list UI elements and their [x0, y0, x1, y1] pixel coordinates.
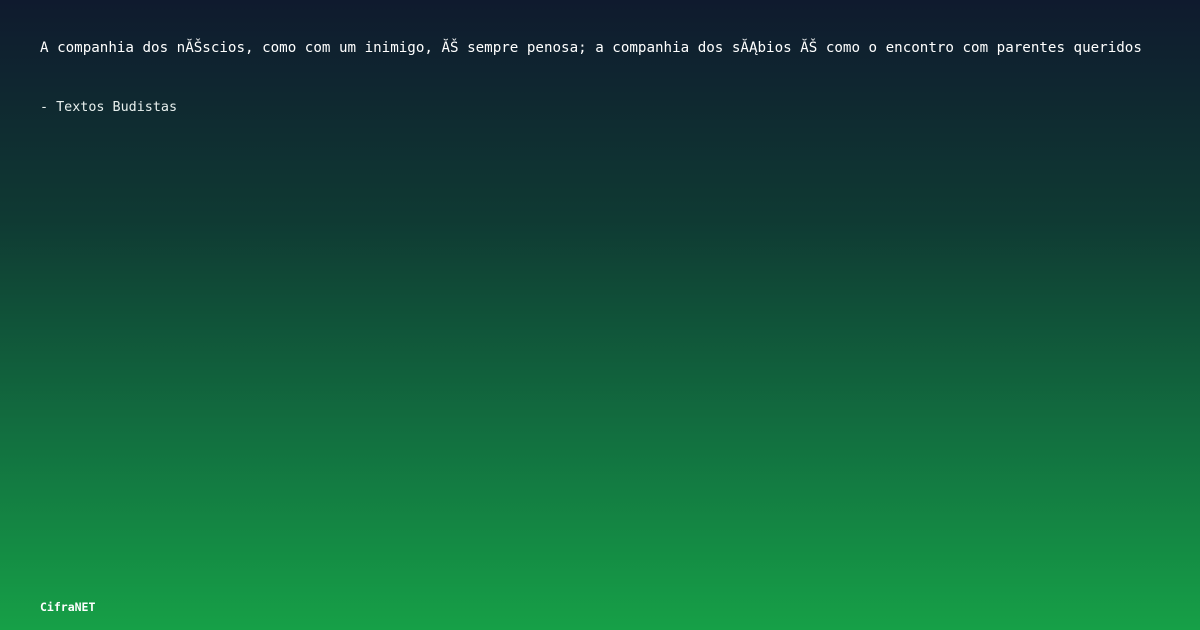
brand-logo-text: CifraNET	[40, 600, 96, 614]
quote-text: A companhia dos nĂŠscios, como com um in…	[40, 40, 1142, 56]
quote-author: - Textos Budistas	[40, 100, 178, 115]
